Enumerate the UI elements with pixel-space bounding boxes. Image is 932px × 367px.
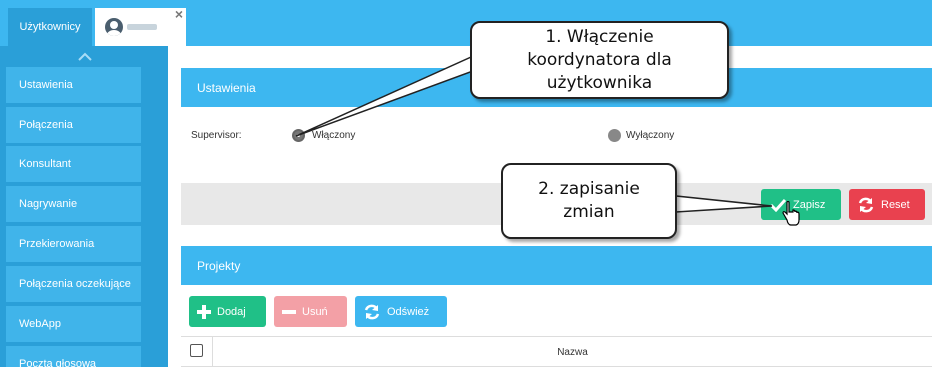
sidebar-item-label: Nagrywanie	[19, 198, 78, 210]
supervisor-label: Supervisor:	[191, 130, 242, 141]
sidebar-item-polaczenia[interactable]: Połączenia	[6, 107, 141, 143]
user-name-redacted	[127, 24, 157, 30]
sidebar-item-label: Połączenia oczekujące	[19, 278, 131, 290]
refresh-icon	[364, 304, 380, 319]
sidebar-item-przekierowania[interactable]: Przekierowania	[6, 226, 141, 262]
close-icon[interactable]: ×	[173, 7, 185, 21]
add-project-button[interactable]: Dodaj	[189, 296, 266, 327]
sidebar-item-label: Ustawienia	[19, 79, 73, 91]
refresh-icon	[858, 197, 874, 212]
projects-table-header: Nazwa	[181, 336, 932, 367]
add-button-label: Dodaj	[217, 305, 246, 318]
minus-icon	[282, 309, 296, 314]
sidebar-item-nagrywanie[interactable]: Nagrywanie	[6, 186, 141, 222]
select-all-checkbox[interactable]	[190, 344, 203, 357]
callout-2-line-2: zmian	[563, 202, 615, 222]
refresh-projects-button[interactable]: Odśwież	[355, 296, 447, 327]
avatar-icon	[105, 18, 123, 36]
sidebar-item-poczta-glosowa[interactable]: Poczta głosowa	[6, 346, 141, 367]
sidebar-item-label: Poczta głosowa	[19, 358, 97, 367]
annotation-callout-save: 2. zapisanie zmian	[501, 163, 677, 239]
callout-1-line-1: 1. Włączenie	[545, 26, 654, 47]
settings-header-title: Ustawienia	[197, 80, 256, 95]
plus-icon	[197, 304, 211, 319]
reset-button[interactable]: Reset	[849, 189, 925, 220]
sidebar-item-konsultant[interactable]: Konsultant	[6, 146, 141, 182]
sidebar-item-label: Połączenia	[19, 119, 73, 131]
radio-supervisor-on[interactable]	[292, 129, 305, 142]
sidebar-item-ustawienia[interactable]: Ustawienia	[6, 67, 141, 103]
radio-on-label: Włączony	[312, 130, 356, 141]
sidebar: Ustawienia Połączenia Konsultant Nagrywa…	[0, 46, 168, 367]
radio-supervisor-off[interactable]	[608, 129, 621, 142]
tab-users[interactable]: Użytkownicy	[8, 8, 92, 46]
callout-1-line-3: użytkownika	[546, 72, 653, 93]
refresh-button-label: Odśwież	[387, 305, 430, 318]
sidebar-item-label: WebApp	[19, 318, 61, 330]
delete-button-label: Usuń	[302, 305, 328, 318]
annotation-callout-enable: 1. Włączenie koordynatora dla użytkownik…	[470, 21, 729, 99]
sidebar-item-webapp[interactable]: WebApp	[6, 306, 141, 342]
sidebar-item-label: Konsultant	[19, 158, 71, 170]
app-window: Użytkownicy × Ustawienia Połączenia Kons…	[0, 0, 932, 367]
select-all-cell	[181, 337, 213, 367]
save-button[interactable]: Zapisz	[761, 189, 841, 220]
sidebar-item-polaczenia-oczekujace[interactable]: Połączenia oczekujące	[6, 266, 141, 302]
column-header-nazwa[interactable]: Nazwa	[213, 337, 932, 367]
radio-off-label: Wyłączony	[626, 130, 675, 141]
reset-button-label: Reset	[881, 198, 910, 211]
chevron-up-icon[interactable]	[78, 52, 92, 62]
callout-1-line-2: koordynatora dla	[527, 49, 672, 70]
hand-cursor-icon	[782, 201, 800, 226]
callout-2-line-1: 2. zapisanie	[538, 179, 640, 199]
top-tab-bar: Użytkownicy ×	[0, 0, 932, 46]
projects-header-title: Projekty	[197, 258, 241, 273]
column-header-label: Nazwa	[557, 347, 588, 358]
delete-project-button[interactable]: Usuń	[274, 296, 347, 327]
tab-users-label: Użytkownicy	[19, 21, 81, 33]
projects-header: Projekty	[181, 246, 932, 285]
sidebar-item-label: Przekierowania	[19, 238, 95, 250]
